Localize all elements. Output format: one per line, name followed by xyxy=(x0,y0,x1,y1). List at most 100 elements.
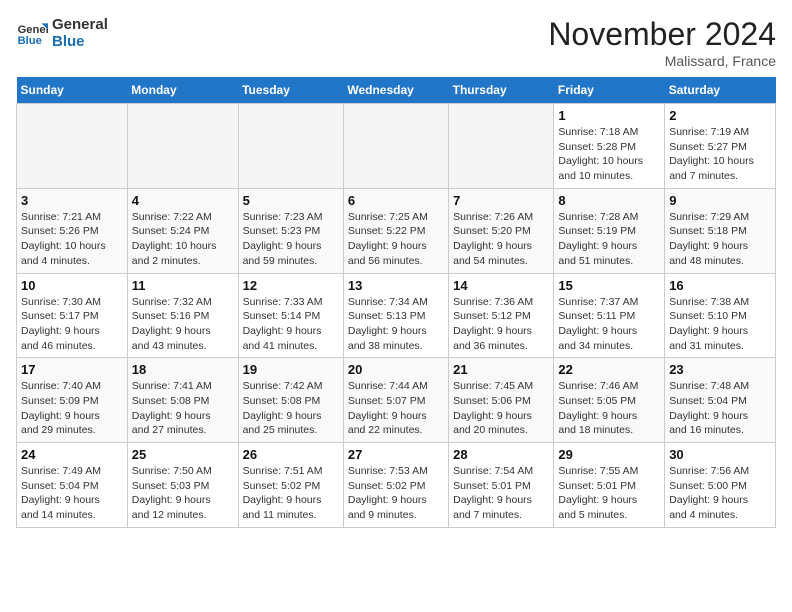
day-number: 1 xyxy=(558,108,660,123)
day-number: 5 xyxy=(243,193,339,208)
logo-line1: General xyxy=(52,16,108,33)
calendar-cell: 13 Sunrise: 7:34 AM Sunset: 5:13 PM Dayli… xyxy=(343,273,448,358)
svg-text:Blue: Blue xyxy=(18,35,42,47)
calendar-cell: 18 Sunrise: 7:41 AM Sunset: 5:08 PM Dayli… xyxy=(127,358,238,443)
day-number: 9 xyxy=(669,193,771,208)
day-info: Sunrise: 7:56 AM Sunset: 5:00 PM Dayligh… xyxy=(669,464,771,523)
calendar-week-row: 1 Sunrise: 7:18 AM Sunset: 5:28 PM Daylig… xyxy=(17,104,776,189)
calendar-cell xyxy=(17,104,128,189)
location: Malissard, France xyxy=(548,53,776,69)
calendar-cell: 11Sunrise: 7:32 AM Sunset: 5:16 PM Dayli… xyxy=(127,273,238,358)
calendar-cell: 8Sunrise: 7:28 AM Sunset: 5:19 PM Daylig… xyxy=(554,188,665,273)
day-info: Sunrise: 7:53 AM Sunset: 5:02 PM Dayligh… xyxy=(348,464,444,523)
calendar-cell: 30Sunrise: 7:56 AM Sunset: 5:00 PM Dayli… xyxy=(665,443,776,528)
day-number: 20 xyxy=(348,362,444,377)
day-info: Sunrise: 7:55 AM Sunset: 5:01 PM Dayligh… xyxy=(558,464,660,523)
weekday-header: Friday xyxy=(554,77,665,104)
calendar-cell: 1 Sunrise: 7:18 AM Sunset: 5:28 PM Daylig… xyxy=(554,104,665,189)
calendar-cell: 17 Sunrise: 7:40 AM Sunset: 5:09 PM Dayli… xyxy=(17,358,128,443)
day-number: 29 xyxy=(558,447,660,462)
day-number: 19 xyxy=(243,362,339,377)
day-info: Sunrise: 7:33 AM Sunset: 5:14 PM Dayligh… xyxy=(243,295,339,354)
day-number: 18 xyxy=(132,362,234,377)
day-number: 28 xyxy=(453,447,549,462)
calendar-cell: 26Sunrise: 7:51 AM Sunset: 5:02 PM Dayli… xyxy=(238,443,343,528)
calendar-cell: 27 Sunrise: 7:53 AM Sunset: 5:02 PM Dayli… xyxy=(343,443,448,528)
day-number: 3 xyxy=(21,193,123,208)
calendar-cell xyxy=(449,104,554,189)
day-number: 14 xyxy=(453,278,549,293)
day-number: 25 xyxy=(132,447,234,462)
calendar-cell: 22 Sunrise: 7:46 AM Sunset: 5:05 PM Dayli… xyxy=(554,358,665,443)
weekday-header: Tuesday xyxy=(238,77,343,104)
title-area: November 2024 Malissard, France xyxy=(548,16,776,69)
day-info: Sunrise: 7:44 AM Sunset: 5:07 PM Dayligh… xyxy=(348,379,444,438)
calendar-cell: 24 Sunrise: 7:49 AM Sunset: 5:04 PM Dayli… xyxy=(17,443,128,528)
calendar-week-row: 3 Sunrise: 7:21 AM Sunset: 5:26 PM Daylig… xyxy=(17,188,776,273)
calendar-cell: 6Sunrise: 7:25 AM Sunset: 5:22 PM Daylig… xyxy=(343,188,448,273)
calendar-week-row: 10 Sunrise: 7:30 AM Sunset: 5:17 PM Dayli… xyxy=(17,273,776,358)
calendar-cell: 4 Sunrise: 7:22 AM Sunset: 5:24 PM Daylig… xyxy=(127,188,238,273)
day-number: 13 xyxy=(348,278,444,293)
day-number: 22 xyxy=(558,362,660,377)
header: General Blue General Blue November 2024 … xyxy=(16,16,776,69)
day-number: 11 xyxy=(132,278,234,293)
calendar-cell: 10 Sunrise: 7:30 AM Sunset: 5:17 PM Dayli… xyxy=(17,273,128,358)
day-info: Sunrise: 7:46 AM Sunset: 5:05 PM Dayligh… xyxy=(558,379,660,438)
day-info: Sunrise: 7:41 AM Sunset: 5:08 PM Dayligh… xyxy=(132,379,234,438)
day-info: Sunrise: 7:21 AM Sunset: 5:26 PM Dayligh… xyxy=(21,210,123,269)
logo-line2: Blue xyxy=(52,33,108,50)
calendar-cell: 19 Sunrise: 7:42 AM Sunset: 5:08 PM Dayli… xyxy=(238,358,343,443)
month-title: November 2024 xyxy=(548,16,776,53)
calendar-cell: 9 Sunrise: 7:29 AM Sunset: 5:18 PM Daylig… xyxy=(665,188,776,273)
day-info: Sunrise: 7:26 AM Sunset: 5:20 PM Dayligh… xyxy=(453,210,549,269)
day-number: 23 xyxy=(669,362,771,377)
calendar-cell: 2 Sunrise: 7:19 AM Sunset: 5:27 PM Daylig… xyxy=(665,104,776,189)
day-info: Sunrise: 7:22 AM Sunset: 5:24 PM Dayligh… xyxy=(132,210,234,269)
day-number: 15 xyxy=(558,278,660,293)
weekday-header: Wednesday xyxy=(343,77,448,104)
weekday-header: Thursday xyxy=(449,77,554,104)
day-info: Sunrise: 7:34 AM Sunset: 5:13 PM Dayligh… xyxy=(348,295,444,354)
day-number: 7 xyxy=(453,193,549,208)
calendar-cell: 25 Sunrise: 7:50 AM Sunset: 5:03 PM Dayli… xyxy=(127,443,238,528)
logo: General Blue General Blue xyxy=(16,16,108,50)
day-info: Sunrise: 7:49 AM Sunset: 5:04 PM Dayligh… xyxy=(21,464,123,523)
day-number: 12 xyxy=(243,278,339,293)
calendar-cell: 16Sunrise: 7:38 AM Sunset: 5:10 PM Dayli… xyxy=(665,273,776,358)
day-number: 16 xyxy=(669,278,771,293)
day-number: 27 xyxy=(348,447,444,462)
day-number: 21 xyxy=(453,362,549,377)
day-number: 6 xyxy=(348,193,444,208)
day-info: Sunrise: 7:19 AM Sunset: 5:27 PM Dayligh… xyxy=(669,125,771,184)
calendar-cell: 5Sunrise: 7:23 AM Sunset: 5:23 PM Daylig… xyxy=(238,188,343,273)
day-info: Sunrise: 7:18 AM Sunset: 5:28 PM Dayligh… xyxy=(558,125,660,184)
calendar-cell: 29 Sunrise: 7:55 AM Sunset: 5:01 PM Dayli… xyxy=(554,443,665,528)
calendar-week-row: 17 Sunrise: 7:40 AM Sunset: 5:09 PM Dayli… xyxy=(17,358,776,443)
calendar-table: SundayMondayTuesdayWednesdayThursdayFrid… xyxy=(16,77,776,528)
calendar-cell: 20 Sunrise: 7:44 AM Sunset: 5:07 PM Dayli… xyxy=(343,358,448,443)
calendar-cell: 14Sunrise: 7:36 AM Sunset: 5:12 PM Dayli… xyxy=(449,273,554,358)
day-info: Sunrise: 7:29 AM Sunset: 5:18 PM Dayligh… xyxy=(669,210,771,269)
calendar-cell xyxy=(343,104,448,189)
day-info: Sunrise: 7:50 AM Sunset: 5:03 PM Dayligh… xyxy=(132,464,234,523)
day-info: Sunrise: 7:40 AM Sunset: 5:09 PM Dayligh… xyxy=(21,379,123,438)
weekday-header-row: SundayMondayTuesdayWednesdayThursdayFrid… xyxy=(17,77,776,104)
day-number: 2 xyxy=(669,108,771,123)
logo-icon: General Blue xyxy=(16,17,48,49)
day-number: 17 xyxy=(21,362,123,377)
day-info: Sunrise: 7:30 AM Sunset: 5:17 PM Dayligh… xyxy=(21,295,123,354)
day-number: 24 xyxy=(21,447,123,462)
weekday-header: Monday xyxy=(127,77,238,104)
calendar-cell: 23 Sunrise: 7:48 AM Sunset: 5:04 PM Dayli… xyxy=(665,358,776,443)
day-info: Sunrise: 7:48 AM Sunset: 5:04 PM Dayligh… xyxy=(669,379,771,438)
day-number: 4 xyxy=(132,193,234,208)
day-info: Sunrise: 7:42 AM Sunset: 5:08 PM Dayligh… xyxy=(243,379,339,438)
day-number: 10 xyxy=(21,278,123,293)
day-number: 8 xyxy=(558,193,660,208)
svg-text:General: General xyxy=(18,24,48,36)
calendar-cell: 15Sunrise: 7:37 AM Sunset: 5:11 PM Dayli… xyxy=(554,273,665,358)
calendar-cell: 21Sunrise: 7:45 AM Sunset: 5:06 PM Dayli… xyxy=(449,358,554,443)
calendar-cell xyxy=(238,104,343,189)
day-number: 26 xyxy=(243,447,339,462)
